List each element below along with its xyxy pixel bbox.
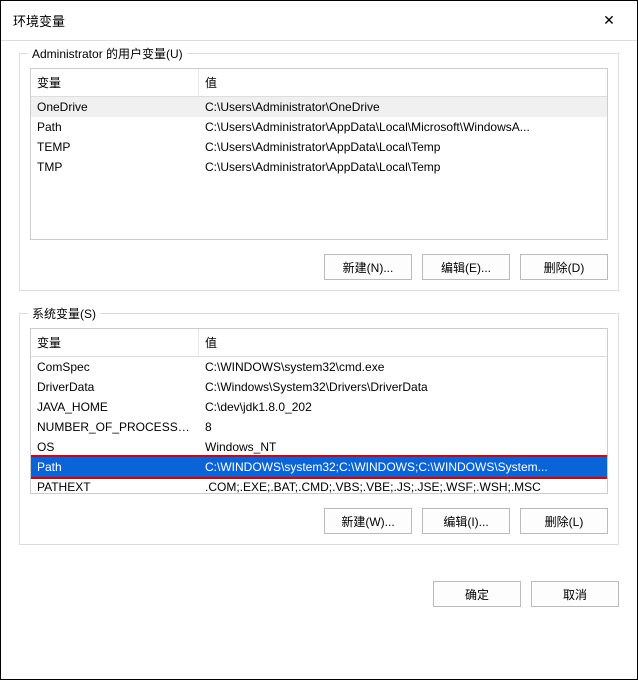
dialog-title: 环境变量 <box>13 11 593 30</box>
cancel-button[interactable]: 取消 <box>531 581 619 607</box>
cell-value: C:\Users\Administrator\AppData\Local\Tem… <box>199 137 607 157</box>
cell-name: DriverData <box>31 377 199 397</box>
user-button-row: 新建(N)... 编辑(E)... 删除(D) <box>30 254 608 280</box>
cell-value: C:\dev\jdk1.8.0_202 <box>199 397 607 417</box>
table-row[interactable]: NUMBER_OF_PROCESSORS8 <box>31 417 607 437</box>
col-header-name[interactable]: 变量 <box>31 329 199 356</box>
system-edit-button[interactable]: 编辑(I)... <box>422 508 510 534</box>
table-row[interactable]: PATHEXT.COM;.EXE;.BAT;.CMD;.VBS;.VBE;.JS… <box>31 477 607 494</box>
cell-name: Path <box>31 457 199 477</box>
col-header-value[interactable]: 值 <box>199 329 607 356</box>
cell-value: C:\Users\Administrator\OneDrive <box>199 97 607 117</box>
cell-name: OneDrive <box>31 97 199 117</box>
table-row[interactable]: TEMPC:\Users\Administrator\AppData\Local… <box>31 137 607 157</box>
table-row[interactable]: PathC:\Users\Administrator\AppData\Local… <box>31 117 607 137</box>
cell-value: .COM;.EXE;.BAT;.CMD;.VBS;.VBE;.JS;.JSE;.… <box>199 477 607 494</box>
user-variables-group: Administrator 的用户变量(U) 变量 值 OneDriveC:\U… <box>19 53 619 291</box>
cell-name: TEMP <box>31 137 199 157</box>
cell-value: C:\WINDOWS\system32\cmd.exe <box>199 357 607 377</box>
cell-value: C:\WINDOWS\system32;C:\WINDOWS;C:\WINDOW… <box>199 457 607 477</box>
col-header-name[interactable]: 变量 <box>31 69 199 96</box>
table-row[interactable]: JAVA_HOMEC:\dev\jdk1.8.0_202 <box>31 397 607 417</box>
system-variables-group: 系统变量(S) 变量 值 ComSpecC:\WINDOWS\system32\… <box>19 313 619 545</box>
cell-value: 8 <box>199 417 607 437</box>
dialog-footer: 确定 取消 <box>1 577 637 621</box>
user-variables-table[interactable]: 变量 值 OneDriveC:\Users\Administrator\OneD… <box>30 68 608 240</box>
table-header: 变量 值 <box>31 69 607 97</box>
cell-value: C:\Users\Administrator\AppData\Local\Tem… <box>199 157 607 177</box>
cell-value: C:\Windows\System32\Drivers\DriverData <box>199 377 607 397</box>
cell-name: ComSpec <box>31 357 199 377</box>
cell-value: C:\Users\Administrator\AppData\Local\Mic… <box>199 117 607 137</box>
table-row[interactable]: DriverDataC:\Windows\System32\Drivers\Dr… <box>31 377 607 397</box>
system-group-label: 系统变量(S) <box>28 305 100 322</box>
col-header-value[interactable]: 值 <box>199 69 607 96</box>
cell-name: PATHEXT <box>31 477 199 494</box>
cell-name: OS <box>31 437 199 457</box>
table-row[interactable]: TMPC:\Users\Administrator\AppData\Local\… <box>31 157 607 177</box>
cell-name: TMP <box>31 157 199 177</box>
table-row[interactable]: PathC:\WINDOWS\system32;C:\WINDOWS;C:\WI… <box>31 457 607 477</box>
system-new-button[interactable]: 新建(W)... <box>324 508 412 534</box>
system-delete-button[interactable]: 删除(L) <box>520 508 608 534</box>
system-table-body: ComSpecC:\WINDOWS\system32\cmd.exeDriver… <box>31 357 607 494</box>
cell-name: Path <box>31 117 199 137</box>
user-edit-button[interactable]: 编辑(E)... <box>422 254 510 280</box>
table-row[interactable]: OneDriveC:\Users\Administrator\OneDrive <box>31 97 607 117</box>
cell-name: NUMBER_OF_PROCESSORS <box>31 417 199 437</box>
table-row[interactable]: ComSpecC:\WINDOWS\system32\cmd.exe <box>31 357 607 377</box>
titlebar: 环境变量 ✕ <box>1 1 637 41</box>
system-button-row: 新建(W)... 编辑(I)... 删除(L) <box>30 508 608 534</box>
dialog-content: Administrator 的用户变量(U) 变量 值 OneDriveC:\U… <box>1 41 637 577</box>
system-variables-table[interactable]: 变量 值 ComSpecC:\WINDOWS\system32\cmd.exeD… <box>30 328 608 494</box>
user-table-body: OneDriveC:\Users\Administrator\OneDriveP… <box>31 97 607 177</box>
cell-value: Windows_NT <box>199 437 607 457</box>
close-icon[interactable]: ✕ <box>593 5 625 37</box>
table-header: 变量 值 <box>31 329 607 357</box>
cell-name: JAVA_HOME <box>31 397 199 417</box>
user-delete-button[interactable]: 删除(D) <box>520 254 608 280</box>
table-row[interactable]: OSWindows_NT <box>31 437 607 457</box>
user-new-button[interactable]: 新建(N)... <box>324 254 412 280</box>
user-group-label: Administrator 的用户变量(U) <box>28 45 187 62</box>
ok-button[interactable]: 确定 <box>433 581 521 607</box>
